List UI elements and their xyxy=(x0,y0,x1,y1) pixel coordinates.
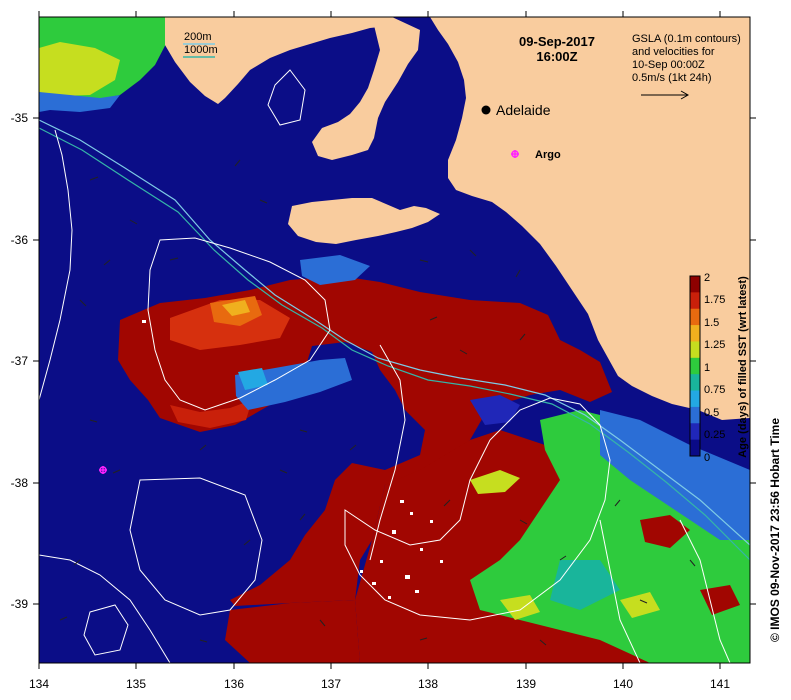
colorbar-tick-1: 1 xyxy=(704,362,710,374)
title-date: 09-Sep-2017 xyxy=(519,34,595,49)
colorbar-tick-0: 0 xyxy=(704,452,710,464)
colorbar-band xyxy=(690,308,700,326)
map-figure: Adelaide Argo 09-Sep-2017 16:00Z 200m 10… xyxy=(11,11,782,691)
adelaide-label: Adelaide xyxy=(496,102,551,118)
gsla-note-line4: 0.5m/s (1kt 24h) xyxy=(632,72,711,84)
colorbar-tick-2: 2 xyxy=(704,272,710,284)
imos-credit: © IMOS 09-Nov-2017 23:56 Hobart Time xyxy=(768,418,782,642)
colorbar-band xyxy=(690,325,700,342)
y-tick-label-37: -37 xyxy=(11,354,29,368)
x-tick-label-134: 134 xyxy=(29,677,49,691)
gsla-note-line3: 10-Sep 00:00Z xyxy=(632,59,705,71)
colorbar-tick-0.25: 0.25 xyxy=(704,429,725,441)
colorbar-tick-1.75: 1.75 xyxy=(704,294,725,306)
argo-label: Argo xyxy=(535,149,561,161)
y-tick-label-38: -38 xyxy=(11,476,29,490)
colorbar-tick-0.5: 0.5 xyxy=(704,407,719,419)
colorbar-tick-0.75: 0.75 xyxy=(704,384,725,396)
gsla-note-line1: GSLA (0.1m contours) xyxy=(632,33,741,45)
x-tick-label-138: 138 xyxy=(418,677,438,691)
x-tick-label-135: 135 xyxy=(126,677,146,691)
colorbar-band xyxy=(690,292,700,310)
colorbar-band xyxy=(690,439,700,457)
x-tick-label-139: 139 xyxy=(516,677,536,691)
map-plot-area: Adelaide Argo 09-Sep-2017 16:00Z 200m 10… xyxy=(39,17,750,663)
colorbar-band xyxy=(690,423,700,441)
colorbar-tick-1.5: 1.5 xyxy=(704,317,719,329)
colorbar-band xyxy=(690,390,700,408)
x-tick-label-141: 141 xyxy=(710,677,730,691)
colorbar-band xyxy=(690,341,700,359)
gsla-note-line2: and velocities for xyxy=(632,46,715,58)
depth-legend-1000m-label: 1000m xyxy=(184,44,218,56)
recent-sst-region-southwest xyxy=(225,600,360,663)
y-tick-label-39: -39 xyxy=(11,597,29,611)
colorbar-band xyxy=(690,406,700,424)
adelaide-marker xyxy=(481,105,491,115)
x-axis-labels: 134 135 136 137 138 139 140 141 xyxy=(29,677,730,691)
title-time: 16:00Z xyxy=(536,49,577,64)
colorbar-band xyxy=(690,276,700,293)
colorbar-band xyxy=(690,374,700,392)
x-tick-label-137: 137 xyxy=(321,677,341,691)
colorbar-bands xyxy=(690,276,700,457)
x-tick-label-140: 140 xyxy=(613,677,633,691)
y-axis-labels: -35 -36 -37 -38 -39 xyxy=(11,111,29,611)
x-tick-label-136: 136 xyxy=(224,677,244,691)
y-tick-label-35: -35 xyxy=(11,111,29,125)
colorbar-tick-1.25: 1.25 xyxy=(704,339,725,351)
colorbar-band xyxy=(690,357,700,375)
colorbar-label: Age (days) of filled SST (wrt latest) xyxy=(737,276,749,458)
depth-legend-200m-label: 200m xyxy=(184,31,212,43)
y-tick-label-36: -36 xyxy=(11,233,29,247)
